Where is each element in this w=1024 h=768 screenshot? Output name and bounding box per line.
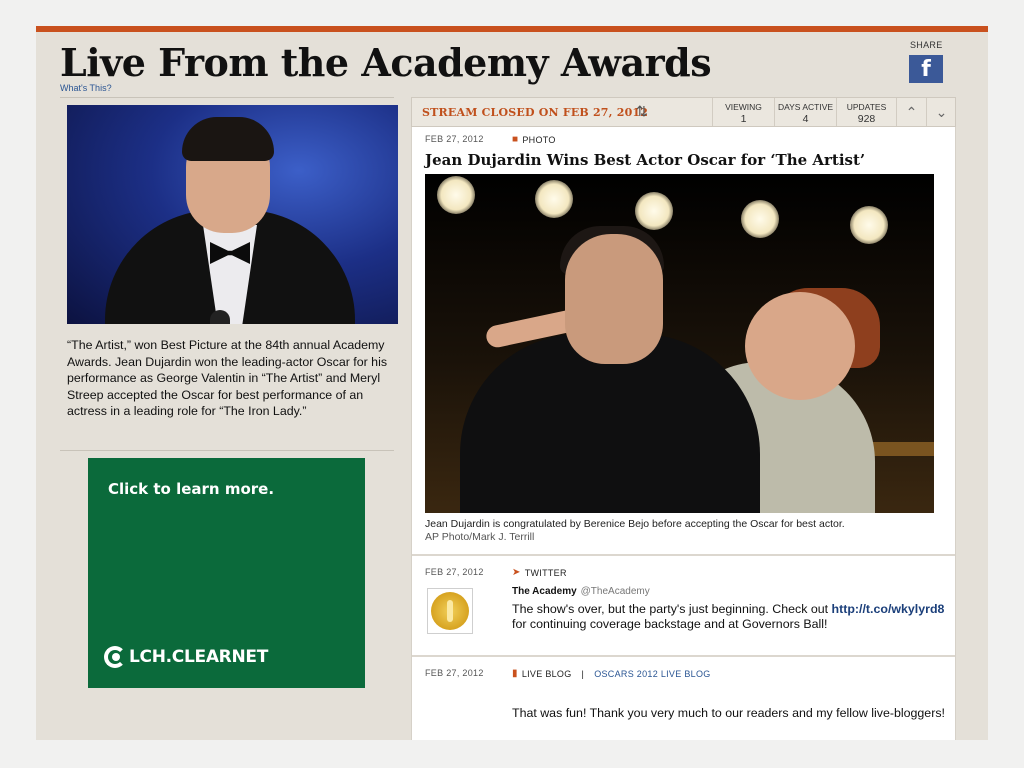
page-frame: Live From the Academy Awards What's This… bbox=[36, 26, 988, 740]
facebook-share-button[interactable]: f bbox=[909, 55, 943, 83]
separator: | bbox=[581, 668, 585, 679]
stat-viewing: VIEWING 1 bbox=[712, 98, 774, 126]
advertisement-banner[interactable]: Click to learn more. LCH.CLEARNET bbox=[88, 458, 365, 688]
ad-brand: LCH.CLEARNET bbox=[129, 647, 268, 667]
top-accent-bar bbox=[36, 26, 988, 32]
hero-caption: “The Artist,” won Best Picture at the 84… bbox=[67, 338, 388, 418]
tweet-text: The show's over, but the party's just be… bbox=[512, 602, 945, 631]
stream-status-bar: STREAM CLOSED ON FEB 27, 2012 ⇅ VIEWING … bbox=[411, 97, 956, 127]
feed-item-photo: FEB 27, 2012 ■ PHOTO Jean Dujardin Wins … bbox=[412, 127, 955, 556]
document-icon: ▮ bbox=[512, 668, 518, 679]
share-label: SHARE bbox=[910, 40, 943, 50]
refresh-icon[interactable]: ⇅ bbox=[636, 103, 648, 120]
clearnet-logo-icon bbox=[104, 646, 126, 668]
chevron-up-icon: ⌃ bbox=[905, 104, 918, 120]
feed-item-live-blog: FEB 27, 2012 ▮ LIVE BLOG | OSCARS 2012 L… bbox=[412, 657, 955, 740]
oscar-statue-icon bbox=[431, 592, 469, 630]
scroll-up-button[interactable]: ⌃ bbox=[896, 98, 926, 126]
photo-credit: AP Photo/Mark J. Terrill bbox=[425, 531, 535, 543]
post-date: FEB 27, 2012 bbox=[425, 134, 484, 144]
divider bbox=[60, 450, 394, 451]
post-photo[interactable] bbox=[425, 174, 934, 513]
stream-feed[interactable]: FEB 27, 2012 ■ PHOTO Jean Dujardin Wins … bbox=[411, 127, 956, 740]
scroll-down-button[interactable]: ⌄ bbox=[926, 98, 956, 126]
ad-cta-text: Click to learn more. bbox=[108, 480, 275, 498]
post-type: ➤ TWITTER bbox=[512, 567, 567, 578]
tweet-author: The Academy @TheAcademy bbox=[512, 586, 650, 597]
post-headline[interactable]: Jean Dujardin Wins Best Actor Oscar for … bbox=[425, 151, 865, 169]
post-type: ■ PHOTO bbox=[512, 134, 556, 145]
hero-image[interactable] bbox=[67, 105, 398, 324]
chevron-down-icon: ⌄ bbox=[935, 104, 948, 120]
post-date: FEB 27, 2012 bbox=[425, 567, 484, 577]
tweet-handle[interactable]: @TheAcademy bbox=[581, 586, 650, 597]
photo-caption: Jean Dujardin is congratulated by Bereni… bbox=[425, 518, 845, 530]
feed-item-tweet: FEB 27, 2012 ➤ TWITTER The Academy @TheAc… bbox=[412, 556, 955, 657]
whats-this-link[interactable]: What's This? bbox=[60, 83, 112, 93]
post-type: ▮ LIVE BLOG | OSCARS 2012 LIVE BLOG bbox=[512, 668, 711, 679]
camera-icon: ■ bbox=[512, 134, 519, 145]
twitter-bird-icon: ➤ bbox=[512, 567, 521, 578]
page-title: Live From the Academy Awards bbox=[60, 40, 712, 85]
divider bbox=[60, 97, 394, 98]
avatar[interactable] bbox=[427, 588, 473, 634]
blog-text: That was fun! Thank you very much to our… bbox=[512, 706, 945, 720]
stream-status: STREAM CLOSED ON FEB 27, 2012 bbox=[422, 106, 649, 119]
post-date: FEB 27, 2012 bbox=[425, 668, 484, 678]
tweet-link[interactable]: http://t.co/wkylyrd8 bbox=[832, 602, 945, 616]
facebook-icon: f bbox=[921, 57, 931, 82]
ad-logo: LCH.CLEARNET bbox=[104, 646, 268, 668]
live-blog-link[interactable]: OSCARS 2012 LIVE BLOG bbox=[594, 669, 710, 679]
stat-days-active: DAYS ACTIVE 4 bbox=[774, 98, 836, 126]
stat-updates: UPDATES 928 bbox=[836, 98, 896, 126]
